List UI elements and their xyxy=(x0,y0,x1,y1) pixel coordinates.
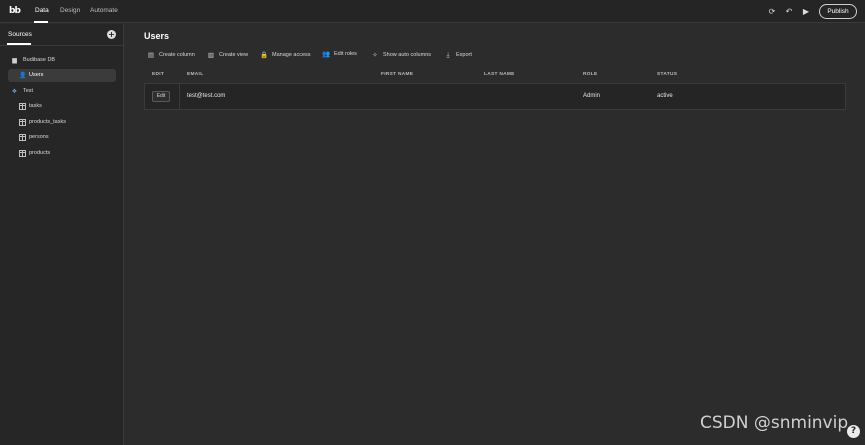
user-roles-icon: 👥 xyxy=(322,49,331,58)
toolbar-label: Show auto columns xyxy=(383,52,431,58)
tab-data[interactable]: Data xyxy=(35,7,49,14)
column-header-status[interactable]: STATUS xyxy=(657,72,677,80)
toolbar-label: Create column xyxy=(159,52,195,58)
edit-row-button[interactable]: Edit xyxy=(152,91,170,102)
divider xyxy=(179,84,180,109)
toolbar-label: Edit roles xyxy=(334,51,357,57)
top-nav-bar: bb Data Design Automate ⟳ ↶ ▶ Publish xyxy=(0,0,865,23)
sidebar-item-tasks[interactable]: tasks xyxy=(8,100,116,113)
sidebar-item-label: products xyxy=(29,150,51,156)
download-icon: ⤓ xyxy=(446,50,450,59)
sidebar-item-budibase-db[interactable]: ▆ Budibase DB xyxy=(8,54,116,67)
add-view-icon: ▧ xyxy=(207,50,215,59)
main-content: Users ▤ Create column ▧ Create view 🔒 Manag… xyxy=(125,24,865,445)
budibase-logo[interactable]: bb xyxy=(9,5,21,17)
table-row: Edit test@test.com Admin active xyxy=(144,83,846,110)
add-source-button[interactable]: + xyxy=(107,30,116,39)
cell-role[interactable]: Admin xyxy=(583,93,600,99)
play-icon[interactable]: ▶ xyxy=(801,7,811,16)
sidebar-item-label: persons xyxy=(29,134,49,140)
column-header-last-name[interactable]: LAST NAME xyxy=(484,72,515,80)
column-header-role[interactable]: ROLE xyxy=(583,72,598,80)
sources-sidebar: Sources + ▆ Budibase DB 👤 Users ❖ Test t… xyxy=(0,24,124,445)
create-view-button[interactable]: ▧ Create view xyxy=(207,50,248,60)
sidebar-item-label: tasks xyxy=(29,103,42,109)
help-button[interactable]: ? xyxy=(847,425,860,438)
export-button[interactable]: ⤓ Export xyxy=(444,50,472,60)
refresh-icon[interactable]: ⟳ xyxy=(767,7,777,16)
users-icon: 👤 xyxy=(19,72,27,79)
toolbar-label: Manage access xyxy=(272,52,311,58)
cell-status[interactable]: active xyxy=(657,93,673,99)
database-icon: ▆ xyxy=(12,57,17,64)
sidebar-item-persons[interactable]: persons xyxy=(8,131,116,144)
toolbar-label: Export xyxy=(456,52,472,58)
divider xyxy=(0,45,124,46)
table-icon xyxy=(19,150,26,157)
sidebar-item-products[interactable]: products xyxy=(8,147,116,160)
page-title: Users xyxy=(144,31,170,41)
create-column-button[interactable]: ▤ Create column xyxy=(147,50,195,60)
sidebar-item-label: products_tasks xyxy=(29,119,66,125)
sidebar-item-test[interactable]: ❖ Test xyxy=(8,85,116,98)
sidebar-item-label: Test xyxy=(23,88,34,94)
tab-sources[interactable]: Sources xyxy=(8,31,32,38)
tab-automate[interactable]: Automate xyxy=(90,7,118,14)
lock-icon: 🔒 xyxy=(260,50,269,59)
column-header-email[interactable]: EMAIL xyxy=(187,72,203,80)
postgres-icon: ❖ xyxy=(11,88,18,95)
show-auto-columns-button[interactable]: ✧ Show auto columns xyxy=(371,50,431,60)
cell-email[interactable]: test@test.com xyxy=(187,93,225,99)
sidebar-item-users[interactable]: 👤 Users xyxy=(8,69,116,82)
publish-button[interactable]: Publish xyxy=(819,4,857,19)
undo-icon[interactable]: ↶ xyxy=(784,7,794,16)
active-tab-indicator xyxy=(34,21,48,23)
sidebar-item-label: Budibase DB xyxy=(23,57,56,63)
edit-roles-button[interactable]: 👥 Edit roles xyxy=(322,49,357,59)
sidebar-item-label: Users xyxy=(29,72,44,78)
toolbar-label: Create view xyxy=(219,52,249,58)
watermark: CSDN @snminvip xyxy=(700,413,849,433)
sidebar-item-products-tasks[interactable]: products_tasks xyxy=(8,116,116,129)
table-icon xyxy=(19,103,26,110)
add-column-icon: ▤ xyxy=(147,50,155,59)
table-icon xyxy=(19,134,26,141)
manage-access-button[interactable]: 🔒 Manage access xyxy=(260,50,311,60)
table-icon xyxy=(19,119,26,126)
tab-design[interactable]: Design xyxy=(60,7,80,14)
column-header-first-name[interactable]: FIRST NAME xyxy=(381,72,413,80)
magic-wand-icon: ✧ xyxy=(372,50,378,59)
column-header-edit: EDIT xyxy=(152,72,165,77)
